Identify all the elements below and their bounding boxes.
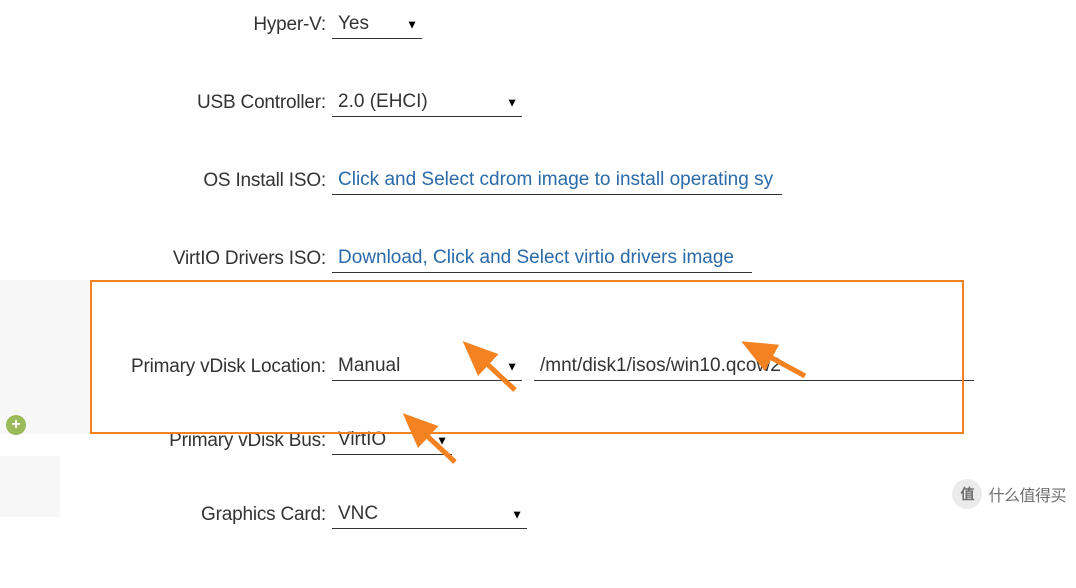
primary-vdisk-location-value: Manual: [338, 355, 400, 377]
hyperv-select[interactable]: Yes ▼: [332, 11, 422, 39]
usb-controller-select[interactable]: 2.0 (EHCI) ▼: [332, 89, 522, 117]
graphics-card-value: VNC: [338, 503, 378, 525]
watermark-text: 什么值得买: [988, 482, 1066, 506]
primary-vdisk-bus-label: Primary vDisk Bus:: [0, 430, 332, 452]
virtio-drivers-iso-label: VirtIO Drivers ISO:: [0, 248, 332, 270]
chevron-down-icon: ▼: [436, 433, 448, 447]
virtio-drivers-iso-input[interactable]: Download, Click and Select virtio driver…: [332, 245, 752, 273]
primary-vdisk-path-value: /mnt/disk1/isos/win10.qcow2: [540, 355, 781, 376]
primary-vdisk-path-input[interactable]: /mnt/disk1/isos/win10.qcow2: [534, 353, 974, 381]
virtio-drivers-iso-placeholder: Download, Click and Select virtio driver…: [338, 247, 734, 268]
usb-controller-label: USB Controller:: [0, 92, 332, 114]
primary-vdisk-bus-select[interactable]: VirtIO ▼: [332, 427, 452, 455]
os-install-iso-input[interactable]: Click and Select cdrom image to install …: [332, 167, 782, 195]
vm-settings-form: Hyper-V: Yes ▼ USB Controller: 2.0 (EHCI…: [0, 0, 1076, 588]
chevron-down-icon: ▼: [506, 359, 518, 373]
graphics-card-label: Graphics Card:: [0, 504, 332, 526]
add-device-button[interactable]: +: [6, 415, 26, 435]
watermark-logo-icon: 值: [952, 479, 982, 509]
hyperv-label: Hyper-V:: [0, 14, 332, 36]
hyperv-value: Yes: [338, 13, 369, 35]
chevron-down-icon: ▼: [506, 95, 518, 109]
os-install-iso-label: OS Install ISO:: [0, 170, 332, 192]
primary-vdisk-location-select[interactable]: Manual ▼: [332, 353, 522, 381]
os-install-iso-placeholder: Click and Select cdrom image to install …: [338, 169, 773, 190]
watermark: 值 什么值得买: [952, 479, 1066, 509]
graphics-card-select[interactable]: VNC ▼: [332, 501, 527, 529]
chevron-down-icon: ▼: [406, 17, 418, 31]
chevron-down-icon: ▼: [511, 507, 523, 521]
primary-vdisk-bus-value: VirtIO: [338, 429, 386, 451]
primary-vdisk-location-label: Primary vDisk Location:: [0, 356, 332, 378]
usb-controller-value: 2.0 (EHCI): [338, 91, 428, 113]
plus-icon: +: [11, 417, 20, 433]
